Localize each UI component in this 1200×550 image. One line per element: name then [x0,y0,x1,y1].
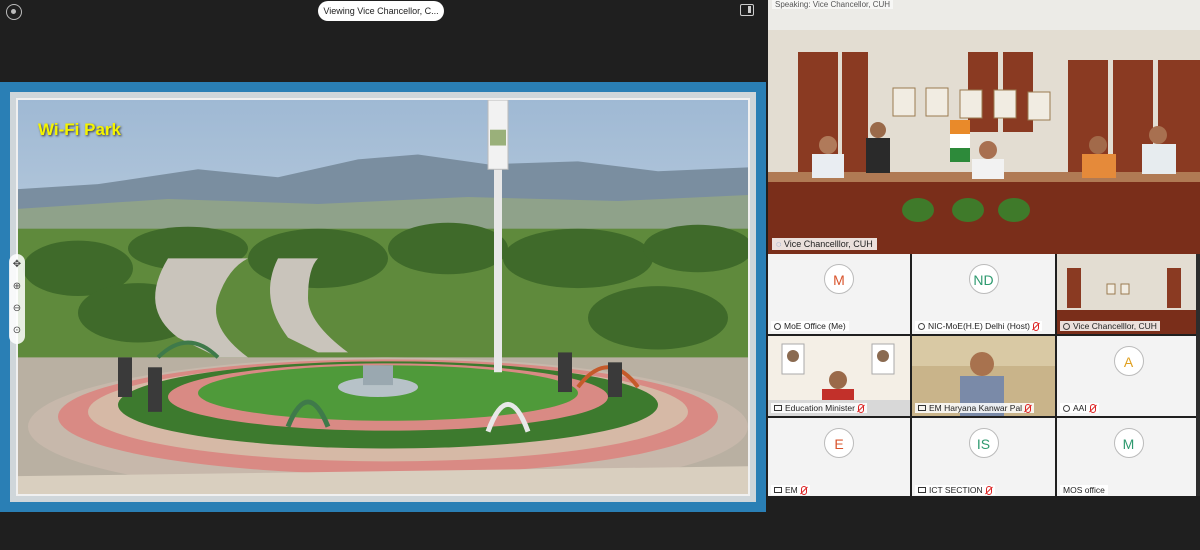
participant-name-label: ICT SECTION [915,485,995,495]
participant-tiles: M MoE Office (Me) ND NIC-MoE(H.E) Delhi … [768,254,1200,498]
mic-on-icon [1063,404,1070,412]
fit-icon[interactable]: ⊙ [9,320,25,342]
participant-tile[interactable]: M MoE Office (Me) [768,254,910,334]
participant-avatar: M [1113,428,1144,458]
zoom-in-icon[interactable]: ⊕ [9,276,25,298]
speaking-indicator: Speaking: Vice Chancellor, CUH [772,0,894,9]
participant-avatar: IS [968,428,999,458]
active-speaker-video[interactable]: Speaking: Vice Chancellor, CUH Vice Chan… [768,0,1200,254]
participant-name-label: MoE Office (Me) [771,321,849,331]
participant-name: EM Haryana Kanwar Pal [929,403,1023,413]
participant-name: MOS office [1063,485,1105,495]
mic-on-icon [918,322,925,330]
active-speaker-name: Vice Chancelllor, CUH [772,238,877,250]
gallery-scrollbar[interactable] [1196,254,1200,496]
participant-avatar: ND [968,264,999,294]
pan-icon[interactable]: ✥ [9,254,25,276]
screen-icon [918,487,926,493]
mic-muted-icon [985,485,992,495]
participant-avatar: M [824,264,854,294]
participant-name: EM [785,485,798,495]
mic-on-icon [1063,322,1070,330]
shared-content-area: Viewing Vice Chancellor, C... Wi-Fi Park… [0,0,766,550]
participant-tile[interactable]: ND NIC-MoE(H.E) Delhi (Host) [912,254,1055,334]
viewing-status-pill[interactable]: Viewing Vice Chancellor, C... [318,1,444,21]
participant-tile[interactable]: IS ICT SECTION [912,418,1055,498]
campus-photo [16,98,750,496]
participant-tile[interactable]: A AAI [1057,336,1200,416]
participant-tile-video[interactable]: EM Haryana Kanwar Pal [912,336,1055,416]
screen-icon [774,487,782,493]
mic-muted-icon [1033,321,1040,331]
participant-name-label: Vice Chancelllor, CUH [1060,321,1160,331]
mic-muted-icon [1025,403,1032,413]
participant-name-label: EM Haryana Kanwar Pal [915,403,1035,413]
zoom-out-icon[interactable]: ⊖ [9,298,25,320]
participant-name-label: NIC-MoE(H.E) Delhi (Host) [915,321,1043,331]
participant-name-label: EM [771,485,810,495]
participant-tile-video[interactable]: Vice Chancelllor, CUH [1057,254,1200,334]
screen-icon [774,405,782,411]
participant-name-label: AAI [1060,403,1099,413]
gallery-bottom-area [766,496,1200,550]
meeting-window: Viewing Vice Chancellor, C... Wi-Fi Park… [0,0,1200,550]
participant-tile[interactable]: M MOS office [1057,418,1200,498]
participant-name: Vice Chancelllor, CUH [1073,321,1157,331]
zoom-toolbar: ✥ ⊕ ⊖ ⊙ [9,254,25,344]
participant-name-label: MOS office [1060,485,1108,495]
participant-name: MoE Office (Me) [784,321,846,331]
mic-muted-icon [1089,403,1096,413]
view-layout-icon[interactable] [740,4,754,16]
screen-icon [918,405,926,411]
mic-on-icon [774,322,781,330]
participant-avatar: E [824,428,854,458]
mic-muted-icon [857,403,864,413]
mic-muted-icon [800,485,807,495]
participant-avatar: A [1113,346,1144,376]
participant-name-label: Education Minister [771,403,867,413]
participant-name: Education Minister [785,403,855,413]
slide-frame: Wi-Fi Park [10,92,756,502]
participant-name: NIC-MoE(H.E) Delhi (Host) [928,321,1031,331]
participant-gallery: Speaking: Vice Chancellor, CUH Vice Chan… [766,0,1200,550]
slide-title: Wi-Fi Park [38,120,121,139]
participant-name: ICT SECTION [929,485,983,495]
participant-name: AAI [1073,403,1087,413]
participant-tile-video[interactable]: Education Minister [768,336,910,416]
shared-slide: Wi-Fi Park [0,82,766,512]
participant-tile[interactable]: E EM [768,418,910,498]
info-icon[interactable] [6,4,22,20]
